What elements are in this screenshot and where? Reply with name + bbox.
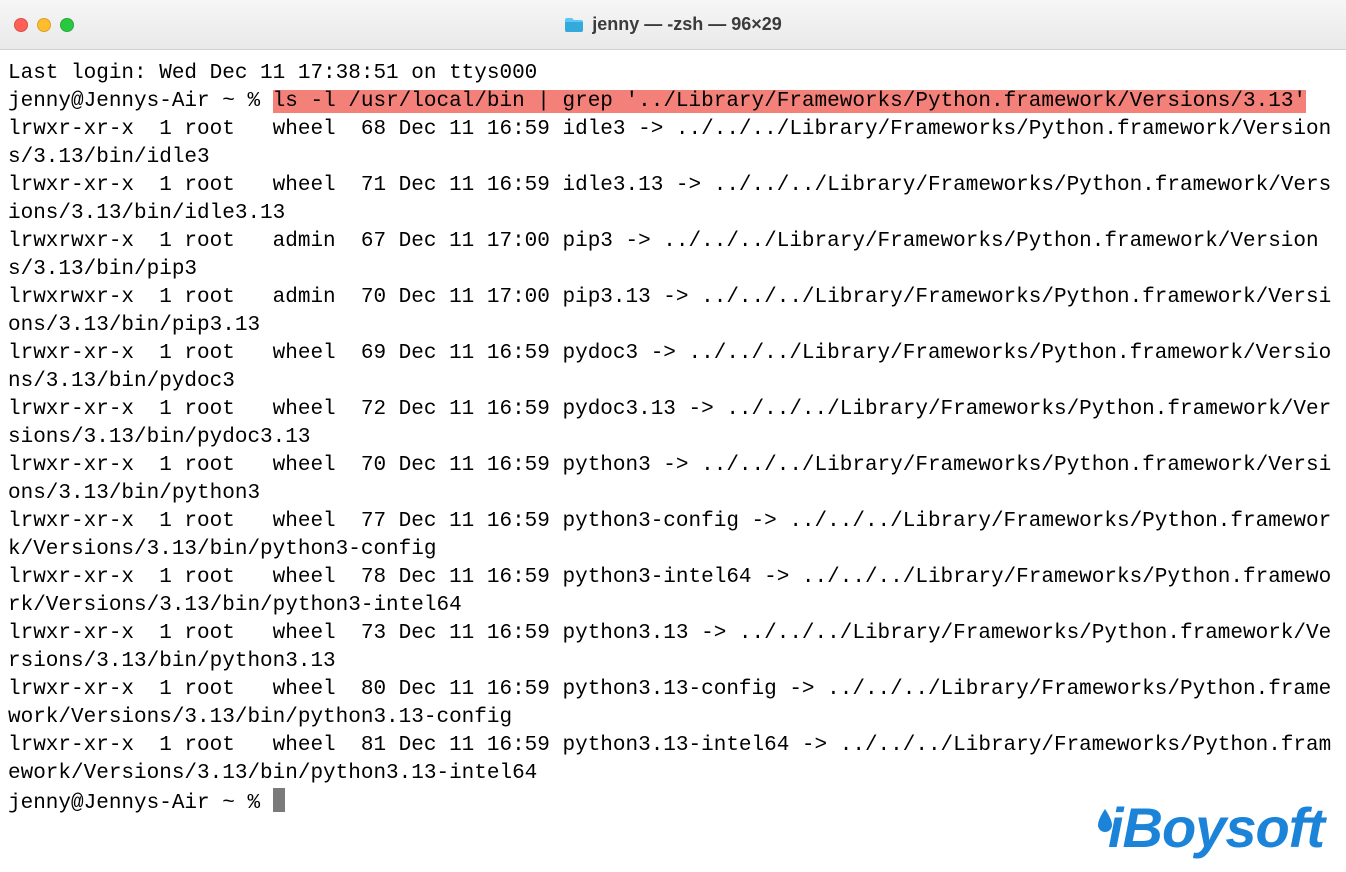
traffic-lights	[14, 18, 74, 32]
zoom-button[interactable]	[60, 18, 74, 32]
listing-line: lrwxr-xr-x 1 root wheel 69 Dec 11 16:59 …	[8, 342, 1331, 393]
listing-line: lrwxr-xr-x 1 root wheel 80 Dec 11 16:59 …	[8, 678, 1331, 729]
listing-line: lrwxr-xr-x 1 root wheel 73 Dec 11 16:59 …	[8, 622, 1331, 673]
entered-command: ls -l /usr/local/bin | grep '../Library/…	[273, 90, 1306, 113]
prompt: jenny@Jennys-Air ~ %	[8, 792, 273, 815]
listing-line: lrwxr-xr-x 1 root wheel 77 Dec 11 16:59 …	[8, 510, 1331, 561]
listing-line: lrwxr-xr-x 1 root wheel 72 Dec 11 16:59 …	[8, 398, 1331, 449]
listing-line: lrwxr-xr-x 1 root wheel 70 Dec 11 16:59 …	[8, 454, 1331, 505]
listing-line: lrwxr-xr-x 1 root wheel 81 Dec 11 16:59 …	[8, 734, 1331, 785]
last-login-line: Last login: Wed Dec 11 17:38:51 on ttys0…	[8, 62, 537, 85]
folder-icon	[564, 17, 584, 33]
minimize-button[interactable]	[37, 18, 51, 32]
window-title-text: jenny — -zsh — 96×29	[592, 14, 782, 35]
listing-line: lrwxr-xr-x 1 root wheel 71 Dec 11 16:59 …	[8, 174, 1331, 225]
window-title: jenny — -zsh — 96×29	[0, 14, 1346, 35]
close-button[interactable]	[14, 18, 28, 32]
listing-line: lrwxrwxr-x 1 root admin 70 Dec 11 17:00 …	[8, 286, 1331, 337]
droplet-icon	[1096, 808, 1114, 834]
terminal-output[interactable]: Last login: Wed Dec 11 17:38:51 on ttys0…	[0, 50, 1346, 826]
terminal-cursor	[273, 788, 285, 812]
watermark-text: iBoysoft	[1108, 795, 1324, 860]
prompt: jenny@Jennys-Air ~ %	[8, 90, 273, 113]
listing-line: lrwxr-xr-x 1 root wheel 78 Dec 11 16:59 …	[8, 566, 1331, 617]
window-titlebar: jenny — -zsh — 96×29	[0, 0, 1346, 50]
listing-line: lrwxrwxr-x 1 root admin 67 Dec 11 17:00 …	[8, 230, 1319, 281]
watermark-logo: iBoysoft	[1088, 795, 1324, 860]
listing-line: lrwxr-xr-x 1 root wheel 68 Dec 11 16:59 …	[8, 118, 1331, 169]
